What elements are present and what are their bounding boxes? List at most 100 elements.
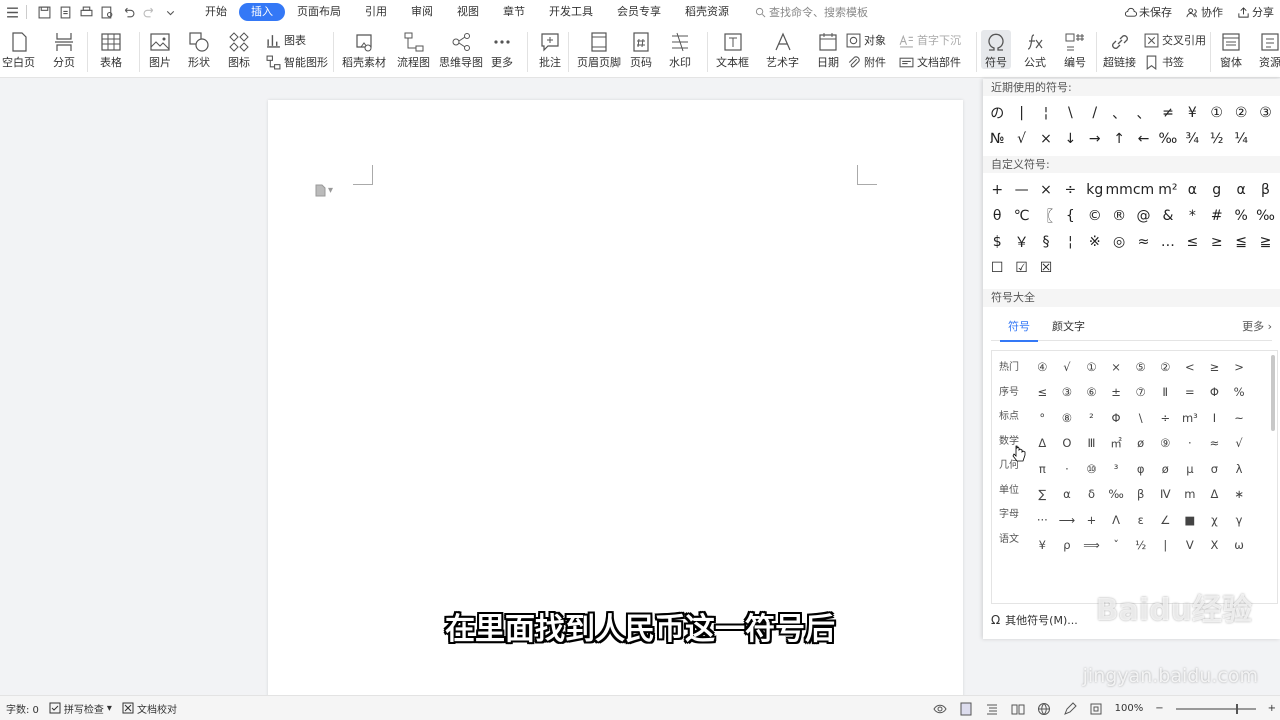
tab-insert[interactable]: 插入 [239,3,285,21]
library-symbol[interactable]: ø [1153,456,1178,482]
tab-home[interactable]: 开始 [193,3,239,21]
recent-symbol[interactable]: √ [1009,126,1033,152]
library-symbol[interactable]: ⑥ [1079,380,1104,406]
library-symbol[interactable]: ∠ [1153,507,1178,533]
library-symbol[interactable]: δ [1079,482,1104,508]
library-symbol[interactable]: ˇ [1104,533,1129,559]
custom-symbol[interactable]: — [1009,177,1033,203]
library-symbol[interactable]: × [1104,354,1129,380]
print-preview-icon[interactable] [98,3,116,21]
library-symbol[interactable]: ■ [1178,507,1203,533]
library-symbol[interactable]: < [1178,354,1203,380]
reading-view-icon[interactable] [1011,702,1025,716]
recent-symbol[interactable]: ① [1205,100,1229,126]
custom-symbol[interactable]: # [1205,203,1229,229]
tab-docer[interactable]: 稻壳资源 [673,3,741,21]
zoom-out-button[interactable]: − [1155,703,1163,714]
custom-symbol[interactable]: m² [1156,177,1180,203]
recent-symbol[interactable]: → [1083,126,1107,152]
library-symbol[interactable]: ρ [1055,533,1080,559]
custom-symbol[interactable]: β [1253,177,1277,203]
library-symbol[interactable]: ④ [1030,354,1055,380]
library-symbol[interactable]: + [1079,507,1104,533]
tab-review[interactable]: 审阅 [399,3,445,21]
library-symbol[interactable]: ⑧ [1055,405,1080,431]
custom-symbol[interactable]: ≦ [1229,229,1253,255]
custom-symbol[interactable]: ¦ [1058,229,1082,255]
library-symbol[interactable]: ³ [1104,456,1129,482]
library-symbol[interactable]: √ [1055,354,1080,380]
library-symbol[interactable]: | [1153,533,1178,559]
outline-view-icon[interactable] [985,702,999,716]
more-button[interactable]: 更多 [490,30,514,69]
custom-symbol[interactable]: ÷ [1058,177,1082,203]
library-symbol[interactable]: X [1202,533,1227,559]
library-symbol[interactable]: ÷ [1153,405,1178,431]
window-button[interactable]: 窗体 [1219,30,1243,69]
library-symbol[interactable]: ‰ [1104,482,1129,508]
object-button[interactable]: 对象 [846,32,886,48]
tab-section[interactable]: 章节 [491,3,537,21]
library-symbol[interactable]: ∑ [1030,482,1055,508]
chart-button[interactable]: 图表 [266,32,306,48]
custom-symbol[interactable]: α [1229,177,1253,203]
library-symbol[interactable]: > [1227,354,1252,380]
library-symbol[interactable]: ¥ [1030,533,1055,559]
symbol-category[interactable]: 热门 [992,356,1026,381]
library-symbol[interactable]: ± [1104,380,1129,406]
library-symbol[interactable]: ㎡ [1104,431,1129,457]
unsaved-button[interactable]: 未保存 [1124,4,1172,20]
recent-symbol[interactable]: の [985,100,1009,126]
library-symbol[interactable]: α [1055,482,1080,508]
fit-page-icon[interactable] [1089,702,1103,716]
custom-symbol[interactable]: 〖 [1034,203,1058,229]
library-symbol[interactable]: V [1178,533,1203,559]
recent-symbol[interactable]: | [1009,100,1033,126]
custom-symbol[interactable]: § [1034,229,1058,255]
recent-symbol[interactable]: ≠ [1156,100,1180,126]
tab-references[interactable]: 引用 [353,3,399,21]
library-symbol[interactable]: ε [1128,507,1153,533]
zoom-in-button[interactable]: + [1268,703,1276,714]
recent-symbol[interactable]: \ [1058,100,1082,126]
library-symbol[interactable]: √ [1227,431,1252,457]
mindmap-button[interactable]: 思维导图 [439,30,483,69]
custom-symbol[interactable]: ☑ [1009,255,1033,281]
tab-emoticons[interactable]: 颜文字 [1052,313,1085,341]
library-symbol[interactable]: ² [1079,405,1104,431]
custom-symbol[interactable]: ◎ [1107,229,1131,255]
custom-symbol[interactable]: ‰ [1253,203,1277,229]
web-view-icon[interactable] [1037,702,1051,716]
library-symbol[interactable]: Δ [1030,431,1055,457]
tab-symbols[interactable]: 符号 [1000,313,1038,342]
custom-symbol[interactable]: ￥ [1009,229,1033,255]
library-symbol[interactable]: · [1055,456,1080,482]
library-symbol[interactable]: ⑨ [1153,431,1178,457]
recent-symbol[interactable]: ¼ [1229,126,1253,152]
custom-symbol[interactable]: % [1229,203,1253,229]
library-symbol[interactable]: ° [1030,405,1055,431]
library-symbol[interactable]: \ [1128,405,1153,431]
scrollbar[interactable] [1271,355,1275,431]
library-symbol[interactable]: m³ [1178,405,1203,431]
cross-ref-button[interactable]: 交叉引用 [1144,32,1206,48]
library-symbol[interactable]: ⑩ [1079,456,1104,482]
library-symbol[interactable]: ③ [1055,380,1080,406]
recent-symbol[interactable]: ③ [1253,100,1277,126]
custom-symbol[interactable]: * [1180,203,1204,229]
library-symbol[interactable]: ① [1079,354,1104,380]
textbox-button[interactable]: 文本框 [716,30,749,69]
watermark-button[interactable]: 水印 [668,30,692,69]
symbol-category[interactable]: 序号 [992,381,1026,406]
custom-symbol[interactable]: g [1205,177,1229,203]
paragraph-layout-icon[interactable]: ▾ [315,184,333,197]
library-symbol[interactable]: Λ [1104,507,1129,533]
custom-symbol[interactable]: cm [1131,177,1155,203]
library-symbol[interactable]: λ [1227,456,1252,482]
custom-symbol[interactable]: ℃ [1009,203,1033,229]
zoom-slider[interactable] [1175,703,1256,714]
library-symbol[interactable]: ø [1128,431,1153,457]
library-symbol[interactable]: ⟶ [1055,507,1080,533]
recent-symbol[interactable]: № [985,126,1009,152]
custom-symbol[interactable]: α [1180,177,1204,203]
